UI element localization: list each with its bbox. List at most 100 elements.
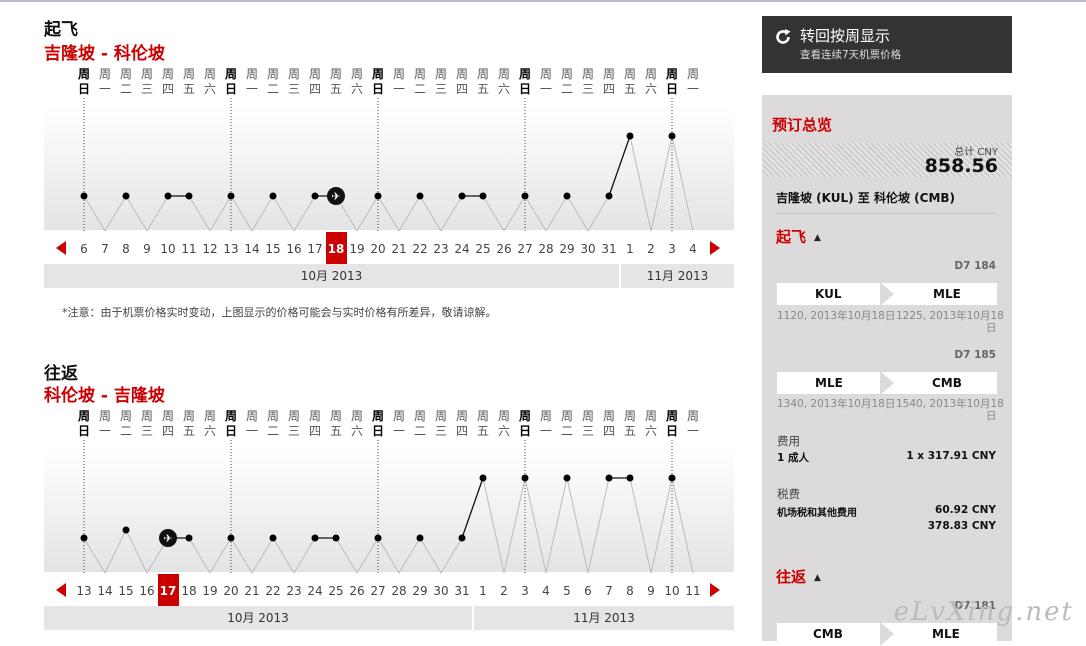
return-date-label[interactable]: 28 [391, 584, 406, 598]
return-date-label[interactable]: 19 [202, 584, 217, 598]
return-date-label[interactable]: 3 [521, 584, 529, 598]
outbound-date-label[interactable]: 8 [122, 242, 130, 256]
outbound-date-label[interactable]: 26 [496, 242, 511, 256]
outbound-price-point [227, 192, 235, 200]
return-date-label[interactable]: 10 [664, 584, 679, 598]
return-price-point [668, 474, 676, 482]
outbound-date-label[interactable]: 13 [223, 242, 238, 256]
return-date-label[interactable]: 1 [479, 584, 487, 598]
return-date-label[interactable]: 18 [181, 584, 196, 598]
segment-destination: MLE [933, 287, 961, 301]
return-price-calendar[interactable]: 周日周一周二周三周四周五周六周日周一周二周三周四周五周六周日周一周二周三周四周五… [44, 408, 734, 632]
outbound-weekday-label: 周 [183, 67, 195, 81]
return-date-label[interactable]: 27 [370, 584, 385, 598]
return-weekday-label: 周 [183, 409, 195, 423]
return-weekday-label: 周 [582, 409, 594, 423]
return-date-label[interactable]: 21 [244, 584, 259, 598]
outbound-date-label[interactable]: 10 [160, 242, 175, 256]
weekly-view-button[interactable]: 转回按周显示 查看连续7天机票价格 [762, 16, 1012, 73]
outbound-date-label[interactable]: 28 [538, 242, 553, 256]
outbound-date-label[interactable]: 17 [307, 242, 322, 256]
return-date-label[interactable]: 29 [412, 584, 427, 598]
outbound-date-label[interactable]: 16 [286, 242, 301, 256]
outbound-date-label[interactable]: 12 [202, 242, 217, 256]
outbound-date-label[interactable]: 14 [244, 242, 259, 256]
return-date-label[interactable]: 8 [626, 584, 634, 598]
return-date-label[interactable]: 16 [139, 584, 154, 598]
outbound-date-label[interactable]: 6 [80, 242, 88, 256]
outbound-date-label[interactable]: 4 [689, 242, 697, 256]
passenger-count: 1 成人 [777, 452, 809, 464]
outbound-date-label[interactable]: 7 [101, 242, 109, 256]
weekly-view-label: 转回按周显示 [800, 27, 891, 45]
outbound-date-label[interactable]: 31 [601, 242, 616, 256]
outbound-weekday-label: 周 [435, 67, 447, 81]
return-weekday-label: 日 [666, 424, 678, 438]
outbound-weekday-label: 五 [477, 82, 489, 96]
flight-segment: MLE CMB [777, 371, 997, 395]
outbound-date-label[interactable]: 15 [265, 242, 280, 256]
return-airplane-icon: ✈ [163, 532, 172, 545]
outbound-date-label[interactable]: 9 [143, 242, 151, 256]
outbound-weekday-label: 三 [288, 82, 300, 96]
outbound-date-label[interactable]: 20 [370, 242, 385, 256]
return-date-label[interactable]: 30 [433, 584, 448, 598]
return-date-label[interactable]: 4 [542, 584, 550, 598]
return-prev-arrow[interactable] [56, 583, 66, 597]
return-date-label[interactable]: 20 [223, 584, 238, 598]
outbound-weekday-label: 四 [456, 82, 468, 96]
outbound-date-label[interactable]: 21 [391, 242, 406, 256]
return-date-label[interactable]: 17 [160, 584, 177, 598]
outbound-date-label[interactable]: 2 [647, 242, 655, 256]
return-date-label[interactable]: 26 [349, 584, 364, 598]
return-date-label[interactable]: 11 [685, 584, 700, 598]
return-weekday-label: 四 [309, 424, 321, 438]
return-date-label[interactable]: 15 [118, 584, 133, 598]
outbound-prev-arrow[interactable] [56, 241, 66, 255]
return-leg-toggle[interactable]: 往返 ▲ [776, 566, 821, 587]
outbound-date-label[interactable]: 11 [181, 242, 196, 256]
outbound-date-label[interactable]: 24 [454, 242, 469, 256]
return-date-label[interactable]: 7 [605, 584, 613, 598]
return-date-label[interactable]: 22 [265, 584, 280, 598]
return-date-label[interactable]: 14 [97, 584, 112, 598]
outbound-price-point [626, 132, 634, 140]
return-weekday-label: 一 [246, 424, 258, 438]
return-date-label[interactable]: 5 [563, 584, 571, 598]
outbound-leg-toggle[interactable]: 起飞 ▲ [776, 226, 821, 247]
outbound-date-label[interactable]: 3 [668, 242, 676, 256]
return-date-label[interactable]: 24 [307, 584, 322, 598]
outbound-weekday-label: 周 [540, 67, 552, 81]
outbound-price-point [521, 192, 529, 200]
outbound-date-label[interactable]: 27 [517, 242, 532, 256]
return-weekday-label: 周 [351, 409, 363, 423]
total-amount: 858.56 [924, 155, 998, 177]
price-note: *注意：由于机票价格实时变动，上图显示的价格可能会与实时价格有所差异，敬请谅解。 [62, 306, 497, 319]
outbound-price-calendar[interactable]: 周日周一周二周三周四周五周六周日周一周二周三周四周五周六周日周一周二周三周四周五… [44, 66, 734, 290]
return-date-label[interactable]: 23 [286, 584, 301, 598]
return-weekday-label: 二 [414, 424, 426, 438]
outbound-date-label[interactable]: 23 [433, 242, 448, 256]
return-date-label[interactable]: 9 [647, 584, 655, 598]
return-date-label[interactable]: 13 [76, 584, 91, 598]
outbound-date-label[interactable]: 22 [412, 242, 427, 256]
return-date-label[interactable]: 2 [500, 584, 508, 598]
return-date-label[interactable]: 25 [328, 584, 343, 598]
outbound-weekday-label: 周 [666, 67, 678, 81]
return-weekday-label: 周 [372, 409, 384, 423]
return-next-arrow[interactable] [710, 583, 720, 597]
return-date-label[interactable]: 31 [454, 584, 469, 598]
return-date-label[interactable]: 6 [584, 584, 592, 598]
outbound-weekday-label: 周 [99, 67, 111, 81]
outbound-date-label[interactable]: 25 [475, 242, 490, 256]
outbound-date-label[interactable]: 1 [626, 242, 634, 256]
return-weekday-label: 周 [162, 409, 174, 423]
outbound-date-label[interactable]: 30 [580, 242, 595, 256]
outbound-date-label[interactable]: 29 [559, 242, 574, 256]
outbound-date-label[interactable]: 19 [349, 242, 364, 256]
outbound-next-arrow[interactable] [710, 241, 720, 255]
return-weekday-label: 周 [204, 409, 216, 423]
outbound-date-label[interactable]: 18 [328, 242, 345, 256]
outbound-weekday-label: 周 [78, 67, 90, 81]
return-price-point [416, 534, 424, 542]
